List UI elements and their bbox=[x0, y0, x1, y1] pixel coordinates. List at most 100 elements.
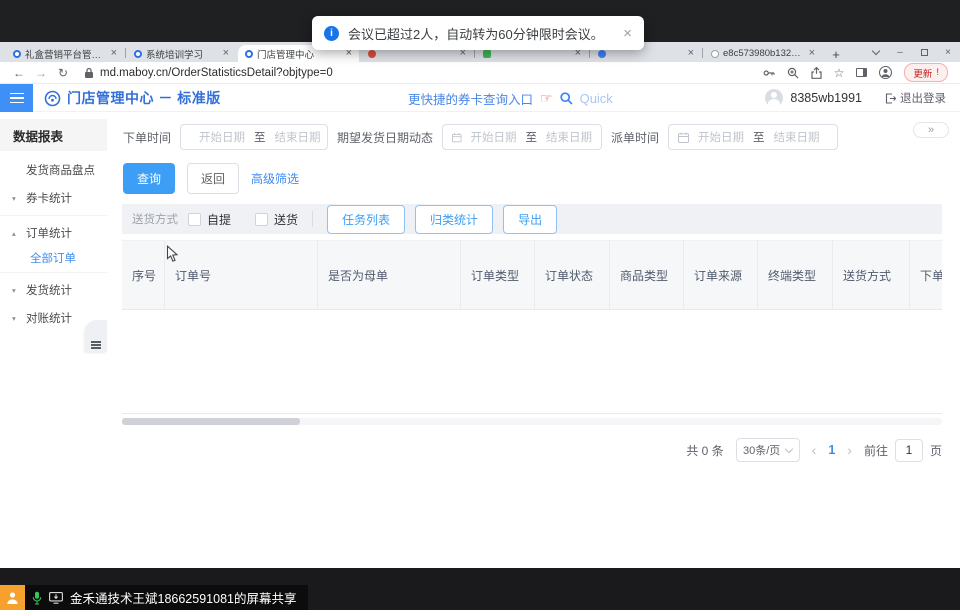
sidebar-item-label: 券卡统计 bbox=[26, 190, 72, 206]
search-button[interactable]: 查询 bbox=[123, 163, 175, 194]
export-button[interactable]: 导出 bbox=[503, 205, 557, 234]
column-header-order-number[interactable]: 订单号 bbox=[165, 241, 318, 309]
key-icon[interactable] bbox=[763, 67, 775, 79]
window-maximize-button[interactable] bbox=[912, 42, 936, 62]
user-zone: 8385wb1991 退出登录 bbox=[765, 84, 946, 112]
sidebar-item-shipping-stats[interactable]: ▾ 发货统计 bbox=[0, 276, 107, 304]
delivery-checkbox-group[interactable]: 送货 bbox=[255, 211, 298, 228]
logout-button[interactable]: 退出登录 bbox=[885, 90, 946, 106]
back-icon[interactable]: ← bbox=[8, 66, 30, 80]
tab-favicon bbox=[598, 50, 606, 58]
sidebar-divider bbox=[0, 272, 107, 273]
update-label: 更新 bbox=[913, 66, 932, 80]
sidebar-collapse-handle[interactable] bbox=[85, 320, 107, 352]
expand-filters-button[interactable]: » bbox=[913, 122, 949, 138]
dispatch-time-range-input[interactable]: 开始日期 至 结束日期 bbox=[668, 124, 838, 150]
sidebar-item-shipment-inventory[interactable]: 发货商品盘点 bbox=[0, 156, 107, 184]
browser-action-icons: ☆ 更新 ! bbox=[763, 63, 948, 82]
sidebar-toggle-button[interactable] bbox=[0, 84, 33, 112]
quick-label[interactable]: Quick bbox=[580, 91, 613, 106]
back-button[interactable]: 返回 bbox=[187, 163, 239, 194]
to-label: 至 bbox=[254, 129, 266, 145]
update-badge: ! bbox=[936, 67, 939, 78]
column-header-order-status[interactable]: 订单状态 bbox=[535, 241, 610, 309]
side-panel-icon[interactable] bbox=[856, 68, 867, 77]
order-time-range-input[interactable]: 开始日期 至 结束日期 bbox=[180, 124, 328, 150]
app-header: 门店管理中心 － 标准版 更快捷的券卡查询入口 ☞ Quick 8385wb19… bbox=[0, 84, 960, 112]
share-icon[interactable] bbox=[811, 67, 822, 79]
profile-avatar-icon[interactable] bbox=[879, 66, 892, 79]
prev-page-button[interactable]: ‹ bbox=[812, 442, 817, 458]
column-header-delivery-method[interactable]: 送货方式 bbox=[833, 241, 910, 309]
page-title: 门店管理中心 － 标准版 bbox=[67, 88, 221, 108]
browser-tab-gift-platform[interactable]: 礼盒营销平台管理中心 × bbox=[6, 45, 124, 62]
logout-label: 退出登录 bbox=[900, 90, 946, 106]
start-date-placeholder: 开始日期 bbox=[199, 129, 245, 145]
sidebar-item-all-orders-active[interactable]: 全部订单 bbox=[0, 247, 107, 269]
chevron-down-icon: ▾ bbox=[12, 314, 21, 323]
browser-tab-hash[interactable]: e8c573980b1328a258fd2e6 × bbox=[704, 45, 822, 62]
horizontal-scrollbar-track[interactable] bbox=[122, 418, 942, 425]
address-bar[interactable]: md.maboy.cn/OrderStatisticsDetail?objtyp… bbox=[100, 67, 333, 79]
pagination: 共 0 条 30条/页 ‹ 1 › 前往 页 bbox=[686, 438, 942, 462]
forward-icon[interactable]: → bbox=[30, 66, 52, 80]
sidebar-section-data-reports[interactable]: 数据报表 bbox=[0, 119, 107, 151]
zoom-icon[interactable] bbox=[787, 67, 799, 79]
advanced-filter-link[interactable]: 高级筛选 bbox=[251, 170, 299, 187]
page-size-value: 30条/页 bbox=[743, 442, 780, 458]
tab-title: e8c573980b1328a258fd2e6 bbox=[723, 48, 805, 59]
lock-icon bbox=[84, 67, 94, 79]
tab-close-icon[interactable]: × bbox=[688, 48, 694, 59]
chevron-down-icon bbox=[785, 445, 793, 453]
column-header-order-source[interactable]: 订单来源 bbox=[684, 241, 758, 309]
column-header-is-parent[interactable]: 是否为母单 bbox=[318, 241, 461, 309]
goto-page-input[interactable] bbox=[895, 439, 923, 462]
column-header-terminal-type[interactable]: 终端类型 bbox=[758, 241, 833, 309]
chevron-down-icon: ▾ bbox=[12, 286, 21, 295]
expected-ship-date-label: 期望发货日期动态 bbox=[337, 129, 433, 146]
browser-tab-training[interactable]: 系统培训学习 × bbox=[127, 45, 236, 62]
order-time-label: 下单时间 bbox=[123, 129, 171, 146]
end-date-placeholder: 结束日期 bbox=[774, 129, 820, 145]
sidebar-item-label: 发货统计 bbox=[26, 282, 72, 298]
tab-close-icon[interactable]: × bbox=[809, 48, 815, 59]
tab-divider bbox=[702, 48, 703, 58]
bookmark-star-icon[interactable]: ☆ bbox=[834, 67, 845, 79]
column-header-order-time[interactable]: 下单时间 bbox=[910, 241, 942, 309]
quick-search-icon[interactable] bbox=[560, 92, 573, 105]
current-page-number[interactable]: 1 bbox=[828, 443, 835, 457]
tab-favicon bbox=[483, 50, 491, 58]
next-page-button[interactable]: › bbox=[847, 442, 852, 458]
user-avatar bbox=[765, 89, 783, 107]
window-close-button[interactable]: × bbox=[936, 42, 960, 62]
table-header-row: 序号 订单号 是否为母单 订单类型 订单状态 商品类型 订单来源 终端类型 送货… bbox=[122, 240, 942, 310]
reload-icon[interactable]: ↻ bbox=[52, 66, 74, 80]
tab-close-icon[interactable]: × bbox=[223, 48, 229, 59]
pickup-checkbox[interactable] bbox=[188, 213, 201, 226]
new-tab-button[interactable]: + bbox=[828, 46, 844, 62]
pickup-label: 自提 bbox=[207, 211, 231, 228]
page-size-select[interactable]: 30条/页 bbox=[736, 438, 800, 462]
profile-chevron-icon[interactable] bbox=[864, 42, 888, 62]
chrome-update-button[interactable]: 更新 ! bbox=[904, 63, 948, 82]
tab-favicon bbox=[368, 50, 376, 58]
sidebar-item-coupon-stats[interactable]: ▾ 券卡统计 bbox=[0, 184, 107, 212]
delivery-checkbox[interactable] bbox=[255, 213, 268, 226]
category-stats-button[interactable]: 归类统计 bbox=[415, 205, 493, 234]
column-header-product-type[interactable]: 商品类型 bbox=[610, 241, 684, 309]
horizontal-scrollbar-thumb[interactable] bbox=[122, 418, 300, 425]
dispatch-time-label: 派单时间 bbox=[611, 129, 659, 146]
sidebar-item-order-stats[interactable]: ▴ 订单统计 bbox=[0, 219, 107, 247]
tab-close-icon[interactable]: × bbox=[111, 48, 117, 59]
column-header-index[interactable]: 序号 bbox=[122, 241, 165, 309]
task-list-button[interactable]: 任务列表 bbox=[327, 205, 405, 234]
expected-ship-date-range-input[interactable]: 开始日期 至 结束日期 bbox=[442, 124, 602, 150]
sidebar-item-label: 对账统计 bbox=[26, 310, 72, 326]
toast-close-icon[interactable]: × bbox=[623, 26, 632, 41]
coupon-query-entry-link[interactable]: 更快捷的券卡查询入口 bbox=[408, 89, 533, 108]
chevron-up-icon: ▴ bbox=[12, 229, 21, 238]
browser-toolbar: ← → ↻ md.maboy.cn/OrderStatisticsDetail?… bbox=[0, 62, 960, 84]
pickup-checkbox-group[interactable]: 自提 bbox=[188, 211, 231, 228]
column-header-order-type[interactable]: 订单类型 bbox=[461, 241, 535, 309]
window-minimize-button[interactable]: – bbox=[888, 42, 912, 62]
